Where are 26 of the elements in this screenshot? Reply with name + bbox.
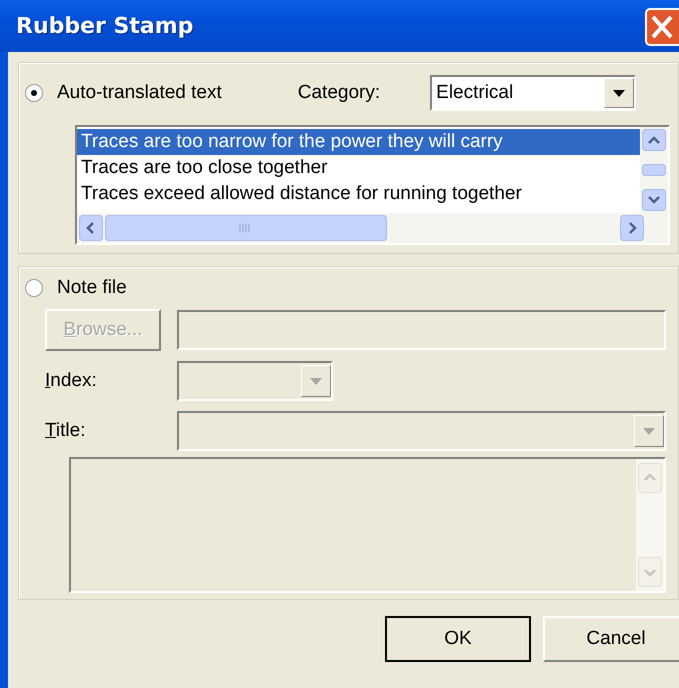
scroll-thumb-icon[interactable] [105,215,387,241]
caret-icon [643,428,655,434]
index-label: Index: [45,370,98,392]
category-dropdown[interactable]: Electrical [430,75,636,111]
dialog-button[interactable]: OK [385,616,531,662]
close-icon[interactable] [645,8,679,46]
scroll-left-icon[interactable] [79,215,103,241]
scroll-right-icon[interactable] [620,215,644,241]
scroll-up-icon[interactable] [642,129,666,151]
list-item[interactable]: Traces are too narrow for the power they will carry [77,129,640,155]
radio-button[interactable] [25,84,43,102]
radio-label: Auto-translated text [57,82,222,104]
caret-icon [310,378,322,384]
scroll-thumb-icon[interactable] [642,164,666,176]
window-title: Rubber Stamp [16,14,194,38]
scroll-down-icon[interactable] [642,189,666,211]
title-label: Title: [45,420,86,442]
vertical-scrollbar[interactable] [640,127,668,213]
category-label: Category: [298,82,380,104]
horizontal-scrollbar[interactable] [77,213,668,243]
dialog-button[interactable]: Cancel [543,616,679,662]
radio-button[interactable] [25,279,43,297]
caret-icon [613,90,626,96]
list-item[interactable]: Traces are too close together [77,155,640,181]
list-item[interactable]: Traces exceed allowed distance for running together [77,181,640,207]
radio-label: Note file [57,277,127,299]
